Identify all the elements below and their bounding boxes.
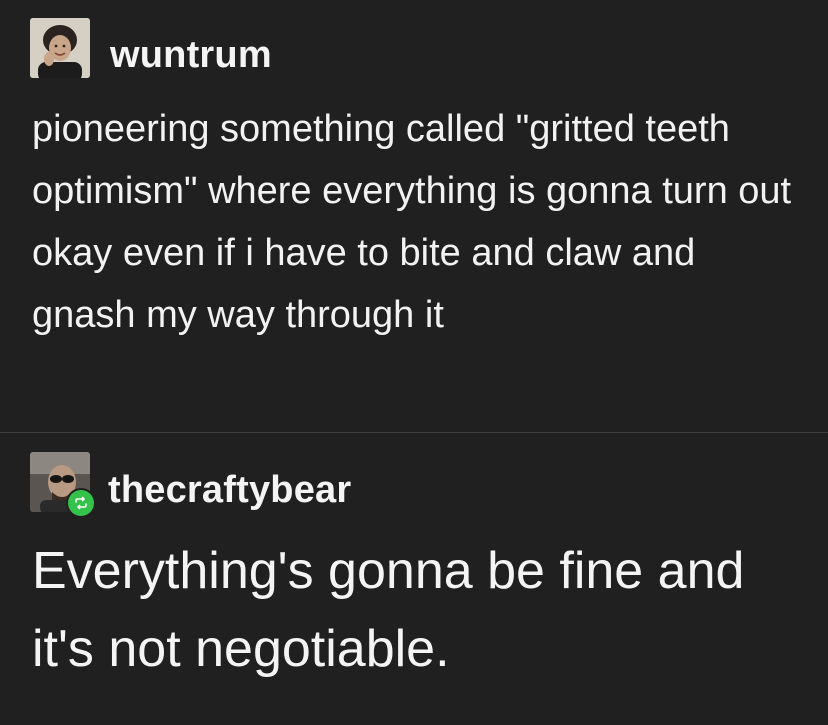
reblog-badge (66, 488, 96, 518)
user-avatar-icon (30, 18, 90, 78)
reblog-icon (68, 490, 94, 516)
avatar-wuntrum[interactable] (30, 18, 90, 78)
post-body-text: pioneering something called "gritted tee… (32, 108, 792, 336)
post-body-text: Everything's gonna be fine and it's not … (32, 542, 745, 678)
username-wuntrum[interactable]: wuntrum (110, 36, 272, 74)
username-thecraftybear[interactable]: thecraftybear (108, 471, 351, 509)
